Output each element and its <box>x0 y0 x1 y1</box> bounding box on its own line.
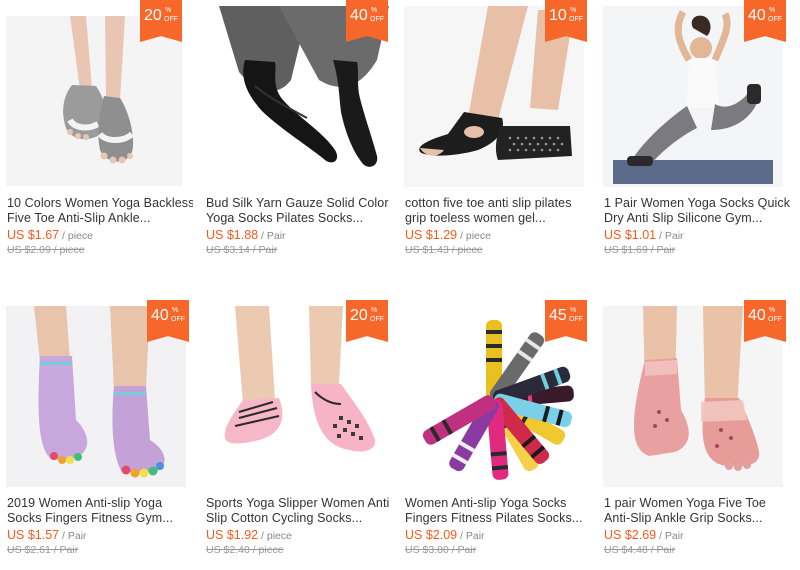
original-price: US $1.69 / Pair <box>604 244 676 256</box>
discount-percent: 20 <box>144 7 162 24</box>
original-price: US $3.14 / Pair <box>206 244 278 256</box>
sale-price: US $1.67 / piece <box>7 228 93 242</box>
discount-badge: 10 % OFF <box>545 0 587 42</box>
original-price: US $3.80 / Pair <box>405 544 477 556</box>
sale-price: US $2.69 / Pair <box>604 528 684 542</box>
discount-badge: 20 % OFF <box>346 300 388 342</box>
discount-badge: 40 % OFF <box>744 300 786 342</box>
product-title[interactable]: 10 Colors Women Yoga Backless Five Toe A… <box>7 196 193 226</box>
product-card[interactable]: 40 % OFF 1 Pair Women Yoga Socks Quick- … <box>597 0 790 270</box>
product-card[interactable]: 10 % OFF cotton five toe anti slip pilat… <box>398 0 591 270</box>
original-price: US $1.43 / piece <box>405 244 483 256</box>
discount-badge: 40 % OFF <box>147 300 189 342</box>
sale-price: US $1.29 / piece <box>405 228 491 242</box>
product-title[interactable]: Women Anti-slip Yoga Socks Fingers Fitne… <box>405 496 591 526</box>
product-card[interactable]: 20 % OFF 10 Colors Women Yoga Backless F… <box>0 0 193 270</box>
original-price: US $4.48 / Pair <box>604 544 676 556</box>
sale-price: US $1.92 / piece <box>206 528 292 542</box>
product-card[interactable]: 40 % OFF 1 pair Women Yoga Five Toe Anti… <box>597 300 790 570</box>
sale-price: US $2.09 / Pair <box>405 528 485 542</box>
sale-price: US $1.88 / Pair <box>206 228 286 242</box>
sale-price: US $1.57 / Pair <box>7 528 87 542</box>
product-title[interactable]: 1 Pair Women Yoga Socks Quick- Dry Anti … <box>604 196 790 226</box>
discount-badge: 45 % OFF <box>545 300 587 342</box>
product-title[interactable]: Sports Yoga Slipper Women Anti Slip Cott… <box>206 496 392 526</box>
discount-badge: 40 % OFF <box>744 0 786 42</box>
product-card[interactable]: 20 % OFF Sports Yoga Slipper Women Anti … <box>199 300 392 570</box>
discount-badge: 20 % OFF <box>140 0 182 42</box>
original-price: US $2.09 / piece <box>7 244 85 256</box>
product-title[interactable]: Bud Silk Yarn Gauze Solid Color Yoga Soc… <box>206 196 392 226</box>
product-title[interactable]: 1 pair Women Yoga Five Toe Anti-Slip Ank… <box>604 496 790 526</box>
sale-price: US $1.01 / Pair <box>604 228 684 242</box>
original-price: US $2.40 / piece <box>206 544 284 556</box>
product-card[interactable]: 40 % OFF 2019 Women Anti-slip Yoga Socks… <box>0 300 193 570</box>
product-title[interactable]: cotton five toe anti slip pilates grip t… <box>405 196 591 226</box>
product-card[interactable]: 45 % OFF Women Anti-slip Yoga Socks Fing… <box>398 300 591 570</box>
product-title[interactable]: 2019 Women Anti-slip Yoga Socks Fingers … <box>7 496 193 526</box>
discount-badge: 40 % OFF <box>346 0 388 42</box>
original-price: US $2.61 / Pair <box>7 544 79 556</box>
product-card[interactable]: 40 % OFF Bud Silk Yarn Gauze Solid Color… <box>199 0 392 270</box>
